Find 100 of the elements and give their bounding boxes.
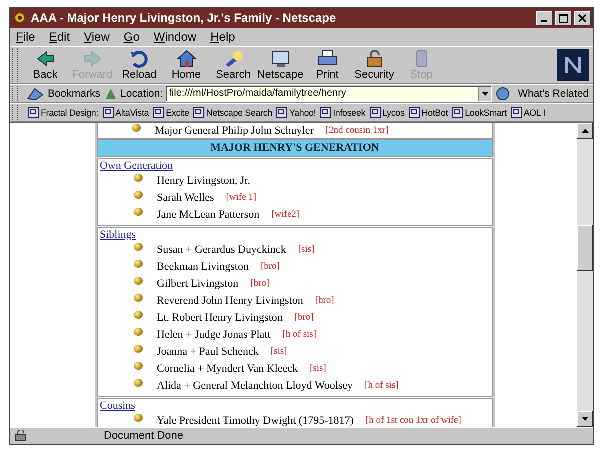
bookmark-link[interactable]: AltaVista — [102, 107, 150, 118]
group-link[interactable]: Cousins — [100, 400, 136, 412]
bookmark-page-icon — [408, 107, 420, 118]
person-name: Sarah Welles — [157, 192, 214, 204]
lock-icon — [14, 430, 28, 442]
arrow-right-icon — [82, 49, 104, 69]
scroll-thumb[interactable] — [577, 225, 593, 271]
menu-item[interactable]: View — [84, 30, 110, 44]
bookmark-link[interactable]: Lycos — [370, 107, 405, 118]
bullet-icon — [134, 328, 143, 336]
relation-note: [sis] — [310, 364, 326, 374]
relation-note: [bro] — [260, 262, 280, 272]
toolbar-button[interactable]: Search — [212, 49, 255, 81]
toolbar-button[interactable]: Security — [353, 49, 396, 81]
bullet-icon — [134, 174, 143, 182]
bookmark-link[interactable]: Yahoo! — [276, 107, 316, 118]
person-name: Beekman Livingston — [157, 260, 249, 272]
bullet-icon — [134, 362, 143, 370]
bookmark-page-icon — [102, 107, 114, 118]
close-icon — [578, 14, 587, 22]
logo-icon — [557, 49, 589, 81]
relation-note: [sis] — [298, 244, 315, 254]
relation-note: [2nd cousin 1xr] — [326, 126, 389, 136]
person-name: Yale President Timothy Dwight (1795-1817) — [157, 414, 354, 426]
person-name: Susan + Gerardus Duyckinck — [157, 244, 286, 256]
reload-icon — [128, 49, 150, 69]
person-name: Cornelia + Myndert Van Kleeck — [157, 362, 298, 374]
bullet-icon — [132, 124, 141, 132]
bookmark-page-icon — [510, 107, 522, 118]
toolbar-button[interactable]: Reload — [118, 49, 161, 81]
bookmark-page-icon — [153, 107, 164, 118]
toolbar-button[interactable]: Netscape — [259, 49, 302, 81]
person-name: Major General Philip John Schuyler — [155, 124, 314, 136]
bullet-icon — [134, 414, 143, 422]
bookmark-page-icon — [193, 107, 204, 118]
bullet-icon — [134, 242, 143, 250]
bullet-icon — [134, 378, 143, 386]
toolbar-button[interactable]: Back — [24, 49, 67, 81]
scrollbar[interactable] — [577, 123, 593, 427]
relation-note: [sis] — [270, 346, 288, 356]
person-name: Helen + Judge Jonas Platt — [157, 328, 271, 340]
menu-item[interactable]: Help — [210, 30, 236, 44]
bullet-icon — [134, 208, 143, 216]
person-name: Henry Livingston, Jr. — [157, 174, 250, 186]
person-name: Gilbert Livingston — [157, 278, 239, 290]
bookmarks-button[interactable]: Bookmarks — [27, 86, 101, 100]
person-name: Jane McLean Patterson — [157, 208, 260, 220]
bookmark-link[interactable]: LookSmart — [452, 107, 507, 118]
bookmark-page-icon — [320, 107, 332, 118]
relation-note: [bro] — [294, 312, 314, 322]
bullet-icon — [134, 190, 143, 198]
bookmark-page-icon — [28, 107, 39, 118]
menu-item[interactable]: File — [16, 30, 36, 44]
group-link[interactable]: Siblings — [100, 229, 136, 241]
scroll-down-icon — [582, 417, 588, 421]
bullet-icon — [134, 344, 143, 352]
bookmark-link[interactable]: Infoseek — [320, 107, 366, 118]
section-header: MAJOR HENRY'S GENERATION — [97, 139, 493, 157]
bookmark-link[interactable]: Fractal Design: — [28, 107, 99, 118]
group-link[interactable]: Own Generation — [100, 160, 174, 172]
bookmark-page-icon — [452, 107, 464, 118]
person-name: Alida + General Melanchton Lloyd Woolsey — [157, 380, 354, 392]
bookmark-link[interactable]: Netscape Search — [193, 107, 272, 118]
relation-note: [bro] — [315, 296, 334, 306]
bookmark-link[interactable]: HotBot — [408, 107, 448, 118]
status-text: Document Done — [104, 430, 184, 442]
window-title: AAA - Major Henry Livingston, Jr.'s Family - Netscape — [31, 11, 338, 25]
minimize-button[interactable] — [536, 10, 553, 26]
bullet-icon — [134, 310, 143, 318]
toolbar-button[interactable]: Print — [306, 49, 349, 81]
menu-item[interactable]: Window — [154, 30, 197, 44]
dropdown-arrow-icon — [482, 92, 489, 96]
bookmark-link[interactable]: AOL I — [510, 107, 546, 118]
url-field[interactable]: file:///ml/HostPro/maida/familytree/henry — [166, 86, 492, 102]
bookmark-page-icon — [370, 107, 381, 118]
scroll-up-icon — [582, 129, 588, 133]
bookmark-link[interactable]: Excite — [153, 107, 190, 118]
close-button[interactable] — [574, 10, 591, 26]
monitor-icon — [270, 49, 292, 69]
bullet-icon — [134, 260, 143, 268]
menu-item[interactable]: Go — [124, 30, 140, 44]
toolbar-button[interactable]: Home — [165, 49, 208, 81]
menu-item[interactable]: Edit — [49, 30, 70, 44]
relation-note: [h of sis] — [282, 330, 317, 340]
home-icon — [176, 49, 198, 69]
bullet-icon — [134, 276, 143, 284]
arrow-left-icon — [34, 49, 56, 69]
person-name: Reverend John Henry Livingston — [157, 294, 304, 306]
relation-note: [bro] — [250, 278, 270, 288]
relation-note: [wife 1] — [226, 192, 257, 202]
relation-note: [wife2] — [272, 210, 300, 220]
relation-note: [h of sis] — [365, 380, 399, 390]
maximize-icon — [559, 14, 568, 22]
person-name: Lt. Robert Henry Livingston — [157, 312, 283, 324]
bullet-icon — [134, 294, 143, 302]
maximize-button[interactable] — [555, 10, 572, 26]
relation-note: [h of 1st cou 1xr of wife] — [366, 416, 462, 426]
whats-related-button[interactable]: What's Related — [495, 86, 589, 100]
location-label: Location: — [120, 88, 164, 100]
person-name: Joanna + Paul Schenck — [157, 346, 259, 358]
